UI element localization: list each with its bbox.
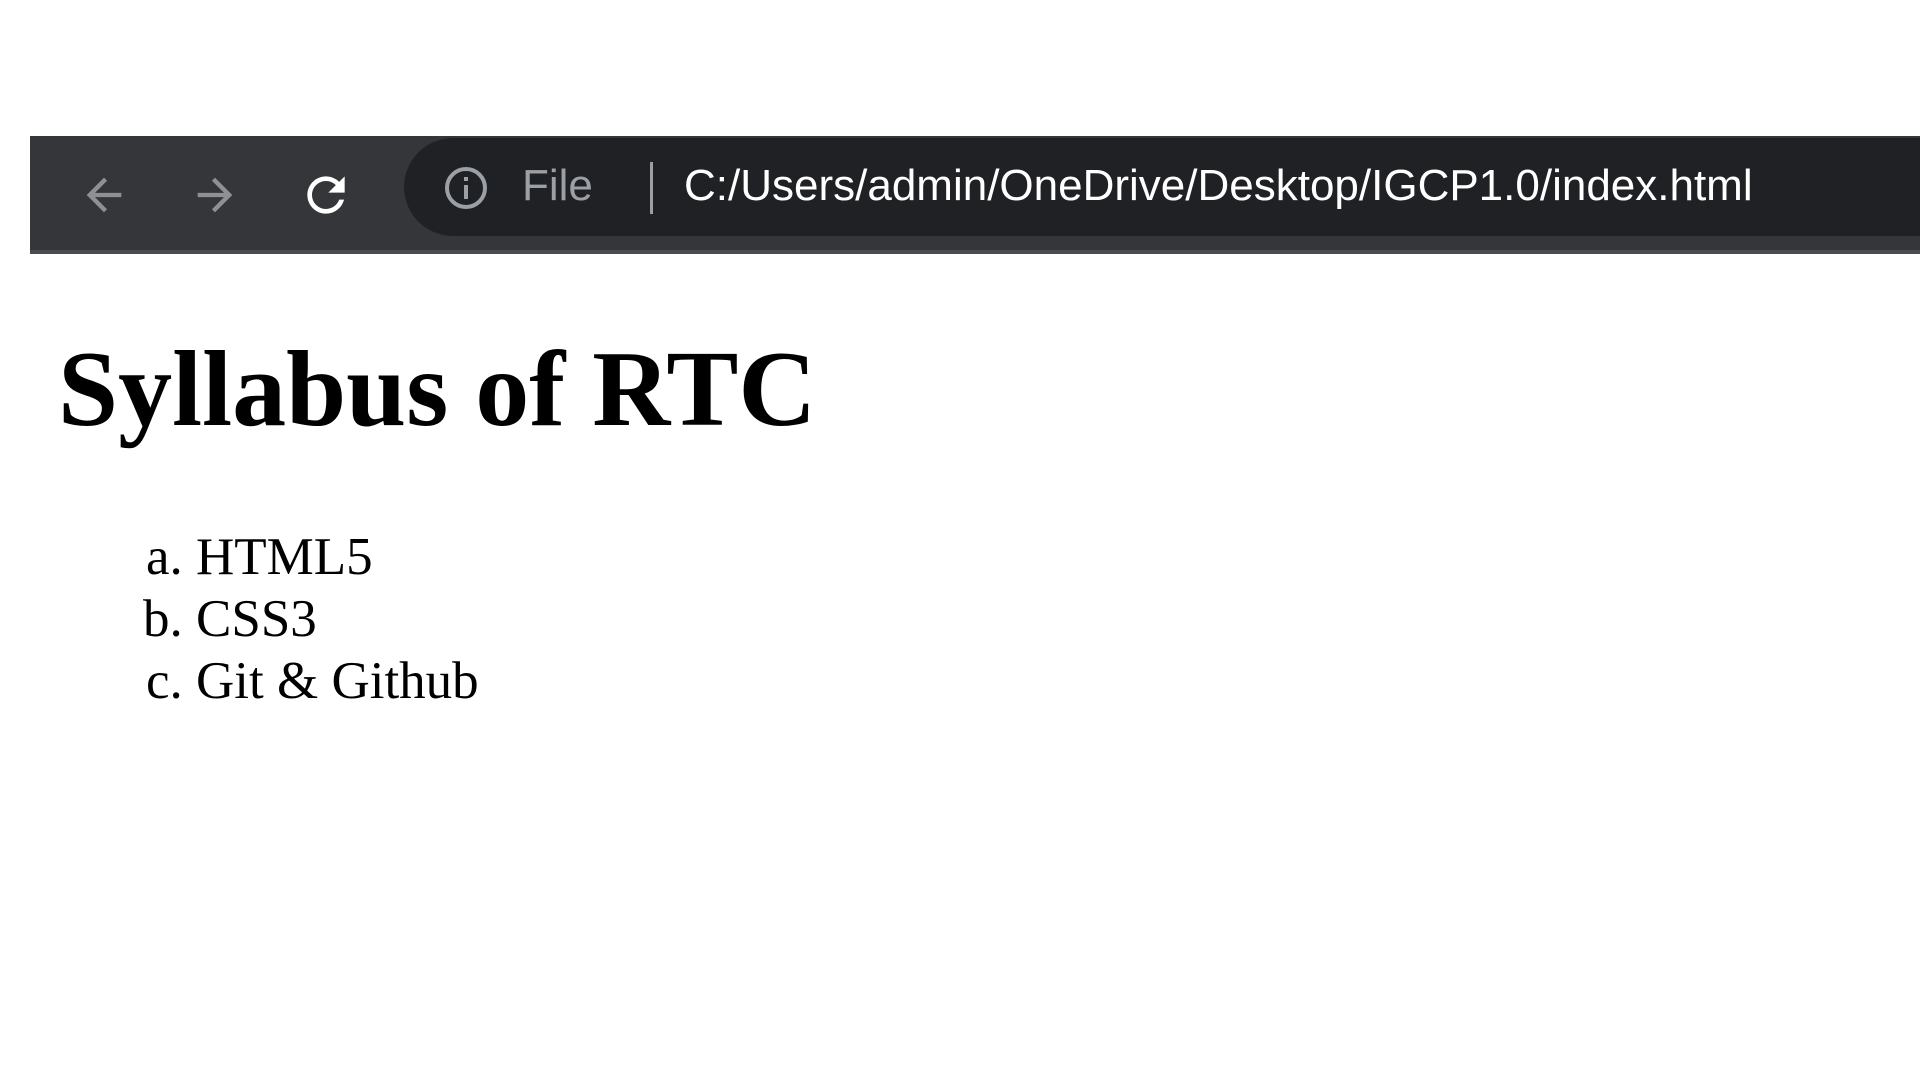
page-content: Syllabus of RTC HTML5 CSS3 Git & Github xyxy=(0,254,1920,1080)
list-item: HTML5 xyxy=(196,526,479,588)
arrow-right-icon xyxy=(197,177,233,213)
scheme-label: File xyxy=(522,161,593,210)
syllabus-list: HTML5 CSS3 Git & Github xyxy=(196,526,479,712)
list-item: CSS3 xyxy=(196,588,479,650)
reload-icon xyxy=(307,176,345,214)
address-bar[interactable]: File C:/Users/admin/OneDrive/Desktop/IGC… xyxy=(404,138,1920,236)
arrow-left-icon xyxy=(86,177,122,213)
reload-button[interactable] xyxy=(294,163,358,227)
list-item: Git & Github xyxy=(196,650,479,712)
forward-button[interactable] xyxy=(183,163,247,227)
page-title: Syllabus of RTC xyxy=(58,330,817,449)
info-icon[interactable] xyxy=(442,164,490,212)
back-button[interactable] xyxy=(72,163,136,227)
url-text[interactable]: C:/Users/admin/OneDrive/Desktop/IGCP1.0/… xyxy=(684,160,1753,212)
omnibox-separator xyxy=(650,162,653,214)
browser-toolbar: File C:/Users/admin/OneDrive/Desktop/IGC… xyxy=(30,136,1920,254)
